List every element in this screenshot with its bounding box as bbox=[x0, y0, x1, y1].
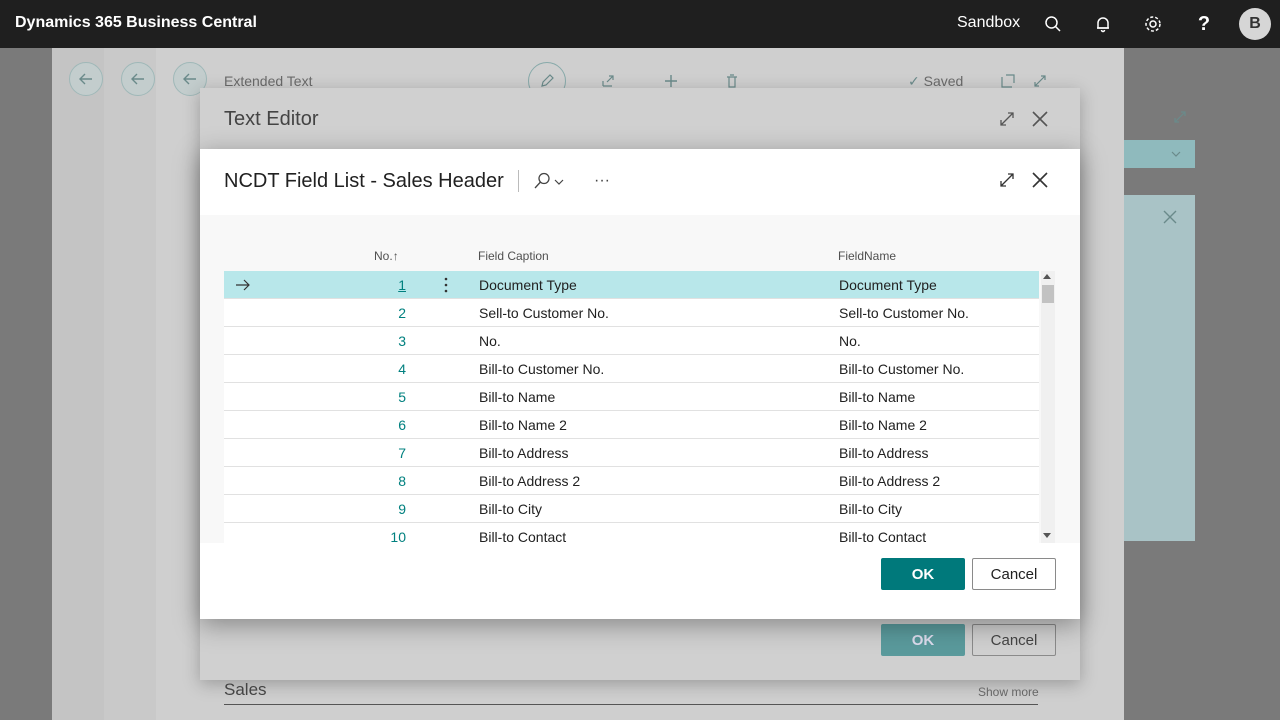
cell-no[interactable]: 4 bbox=[354, 361, 406, 377]
cell-field-caption: Bill-to Name bbox=[479, 389, 556, 405]
dialog-footer: OK Cancel bbox=[200, 543, 1080, 619]
field-list-dialog: NCDT Field List - Sales Header ··· No.↑ … bbox=[200, 149, 1080, 619]
cell-no[interactable]: 2 bbox=[354, 305, 406, 321]
app-brand[interactable]: Dynamics 365 Business Central bbox=[15, 14, 257, 32]
ok-button[interactable]: OK bbox=[881, 558, 965, 590]
cell-field-caption: No. bbox=[479, 333, 501, 349]
cancel-button[interactable]: Cancel bbox=[972, 558, 1056, 590]
dialog-body: No.↑ Field Caption FieldName 1 Document T… bbox=[200, 215, 1080, 543]
back-icon[interactable] bbox=[69, 62, 103, 96]
back-icon[interactable] bbox=[121, 62, 155, 96]
background-panel-header bbox=[1124, 140, 1195, 168]
cell-field-caption: Bill-to Address 2 bbox=[479, 473, 581, 489]
show-more-link[interactable]: Show more bbox=[978, 685, 1039, 699]
cell-fieldname: Document Type bbox=[839, 277, 937, 293]
table-row[interactable]: 2 Sell-to Customer No. Sell-to Customer No… bbox=[224, 299, 1039, 327]
column-header-fieldname[interactable]: FieldName bbox=[838, 249, 896, 263]
table-row[interactable]: 4 Bill-to Customer No. Bill-to Customer No… bbox=[224, 355, 1039, 383]
cell-fieldname: Bill-to City bbox=[839, 501, 903, 517]
cell-no[interactable]: 5 bbox=[354, 389, 406, 405]
dialog-header: NCDT Field List - Sales Header ··· bbox=[200, 149, 1080, 215]
cell-field-caption: Bill-to City bbox=[479, 501, 543, 517]
current-row-arrow-icon bbox=[234, 276, 252, 294]
divider bbox=[224, 704, 1038, 705]
cell-fieldname: Bill-to Name 2 bbox=[839, 417, 927, 433]
cell-field-caption: Bill-to Name 2 bbox=[479, 417, 567, 433]
saved-label: Saved bbox=[923, 73, 964, 89]
check-icon: ✓ bbox=[908, 73, 920, 89]
cell-field-caption: Bill-to Contact bbox=[479, 529, 567, 543]
cell-no[interactable]: 6 bbox=[354, 417, 406, 433]
table-row[interactable]: 3 No. No. bbox=[224, 327, 1039, 355]
cell-no[interactable]: 3 bbox=[354, 333, 406, 349]
search-icon[interactable] bbox=[1041, 12, 1065, 36]
more-options-icon[interactable]: ··· bbox=[591, 170, 613, 192]
avatar[interactable]: B bbox=[1239, 8, 1271, 40]
scroll-thumb[interactable] bbox=[1042, 285, 1054, 303]
column-header-no-label: No. bbox=[374, 249, 393, 263]
scroll-down-icon[interactable] bbox=[1043, 533, 1051, 538]
column-header-no[interactable]: No.↑ bbox=[374, 249, 399, 263]
table-row[interactable]: 9 Bill-to City Bill-to City bbox=[224, 495, 1039, 523]
cell-field-caption: Document Type bbox=[479, 277, 577, 293]
cell-fieldname: Bill-to Address 2 bbox=[839, 473, 941, 489]
cell-no[interactable]: 8 bbox=[354, 473, 406, 489]
divider bbox=[518, 170, 519, 192]
close-icon[interactable] bbox=[1031, 171, 1049, 194]
table-row[interactable]: 10 Bill-to Contact Bill-to Contact bbox=[224, 523, 1039, 543]
table-row[interactable]: 7 Bill-to Address Bill-to Address bbox=[224, 439, 1039, 467]
text-editor-title: Text Editor bbox=[224, 108, 319, 130]
cell-no[interactable]: 9 bbox=[354, 501, 406, 517]
cell-fieldname: Bill-to Name bbox=[839, 389, 916, 405]
sort-ascending-icon: ↑ bbox=[392, 249, 399, 263]
cell-no[interactable]: 1 bbox=[354, 277, 406, 293]
column-header-field-caption[interactable]: Field Caption bbox=[478, 249, 549, 263]
cell-field-caption: Sell-to Customer No. bbox=[479, 305, 609, 321]
text-editor-cancel-button[interactable]: Cancel bbox=[972, 624, 1056, 656]
app-bar: Dynamics 365 Business Central Sandbox ? … bbox=[0, 0, 1280, 48]
table-row[interactable]: 8 Bill-to Address 2 Bill-to Address 2 bbox=[224, 467, 1039, 495]
bell-icon[interactable] bbox=[1091, 12, 1115, 36]
cell-fieldname: Sell-to Customer No. bbox=[839, 305, 969, 321]
cell-no[interactable]: 10 bbox=[354, 529, 406, 543]
background-page-title: Extended Text bbox=[224, 73, 313, 89]
table-row[interactable]: 6 Bill-to Name 2 Bill-to Name 2 bbox=[224, 411, 1039, 439]
field-list-grid: 1 Document Type Document Type 2 Sell-to Cust… bbox=[224, 271, 1039, 543]
cell-fieldname: Bill-to Address bbox=[839, 445, 929, 461]
expand-icon[interactable] bbox=[998, 110, 1016, 133]
expand-icon[interactable] bbox=[1169, 106, 1191, 128]
cell-fieldname: Bill-to Customer No. bbox=[839, 361, 965, 377]
cell-fieldname: Bill-to Contact bbox=[839, 529, 927, 543]
table-row[interactable]: 1 Document Type Document Type bbox=[224, 271, 1039, 299]
help-icon[interactable]: ? bbox=[1192, 12, 1216, 36]
table-row[interactable]: 5 Bill-to Name Bill-to Name bbox=[224, 383, 1039, 411]
expand-icon[interactable] bbox=[998, 171, 1016, 194]
environment-label: Sandbox bbox=[957, 14, 1021, 31]
scroll-up-icon[interactable] bbox=[1043, 274, 1051, 279]
cell-no[interactable]: 7 bbox=[354, 445, 406, 461]
cell-fieldname: No. bbox=[839, 333, 861, 349]
vertical-scrollbar[interactable] bbox=[1041, 271, 1055, 543]
search-dropdown[interactable] bbox=[532, 170, 568, 192]
text-editor-ok-button[interactable]: OK bbox=[881, 624, 965, 656]
background-illustration bbox=[1124, 195, 1195, 541]
row-actions-icon[interactable] bbox=[440, 275, 452, 295]
dialog-title: NCDT Field List - Sales Header bbox=[224, 170, 504, 192]
gear-icon[interactable] bbox=[1141, 12, 1165, 36]
cell-field-caption: Bill-to Address bbox=[479, 445, 569, 461]
cell-field-caption: Bill-to Customer No. bbox=[479, 361, 605, 377]
close-icon[interactable] bbox=[1031, 110, 1049, 133]
section-title: Sales bbox=[224, 680, 267, 699]
